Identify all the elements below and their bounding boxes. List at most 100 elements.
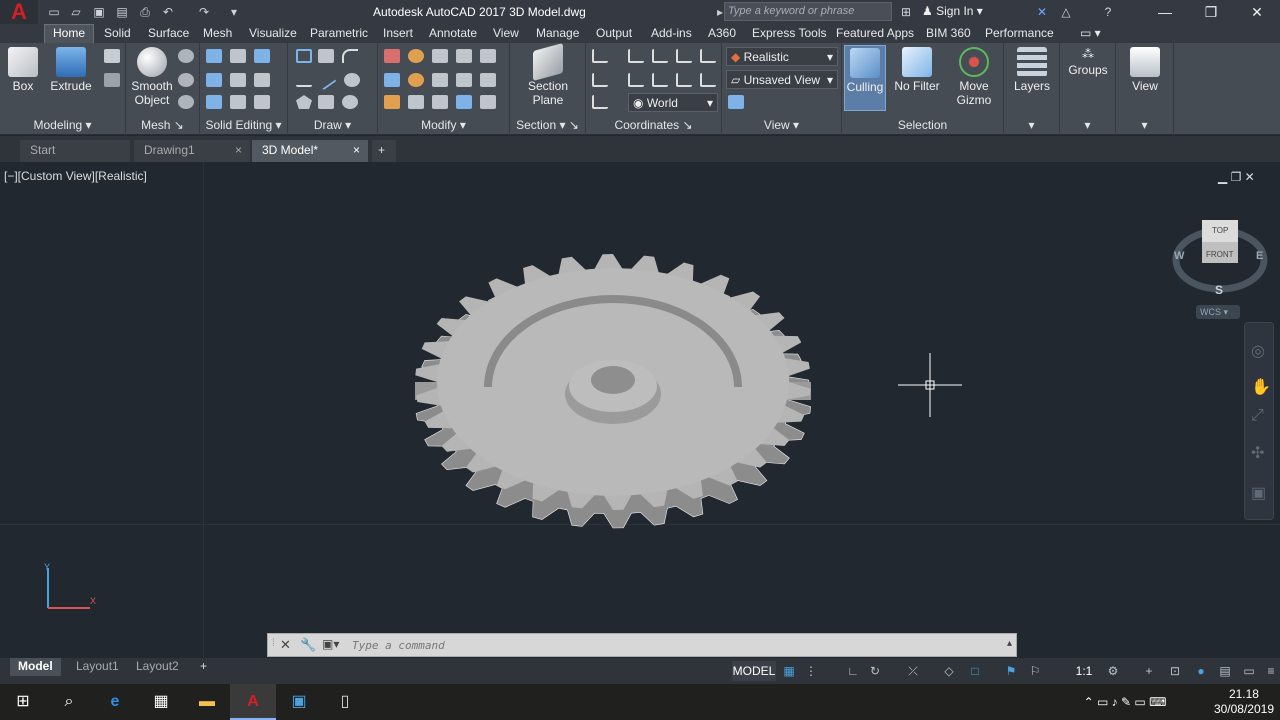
autoscale-icon[interactable]: ⚐ — [1026, 662, 1044, 680]
taskbar-clock[interactable]: 21.18 30/08/2019 — [1214, 687, 1274, 717]
viewcube-top-face[interactable]: TOP — [1212, 226, 1228, 235]
viewport-controls[interactable]: [−][Custom View][Realistic] — [4, 169, 147, 183]
ucs-icon-properties-icon[interactable] — [592, 95, 608, 109]
viewport-config-icon[interactable] — [728, 95, 744, 109]
ucs-view-icon[interactable] — [592, 73, 608, 87]
offset-icon[interactable] — [456, 73, 472, 87]
tab-layout1[interactable]: Layout1 — [68, 658, 127, 676]
section-panel-title[interactable]: Section ▾ ↘ — [510, 118, 585, 132]
erase-icon[interactable] — [384, 95, 400, 109]
polar-icon[interactable]: ↻ — [866, 662, 884, 680]
intersect-icon[interactable] — [206, 95, 222, 109]
customize-icon[interactable]: ▾ — [226, 4, 242, 20]
modeling-panel-title[interactable]: Modeling ▾ — [0, 118, 125, 132]
mesh-refine-icon[interactable] — [178, 73, 194, 87]
circle-icon[interactable] — [344, 73, 360, 87]
file-explorer-icon[interactable]: ▬ — [184, 684, 230, 720]
customization-icon[interactable]: ≡ — [1262, 662, 1280, 680]
tab-a360[interactable]: A360 — [708, 26, 736, 40]
annotation-scale[interactable]: 1:1 — [1070, 662, 1098, 680]
viewcube-front-face[interactable]: FRONT — [1206, 250, 1234, 259]
tab-visualize[interactable]: Visualize — [249, 26, 297, 40]
help-icon[interactable]: ? — [1100, 4, 1116, 20]
section-plane-button[interactable]: Section Plane — [518, 42, 578, 107]
ucs-previous-icon[interactable] — [652, 49, 668, 63]
tab-annotate[interactable]: Annotate — [429, 26, 477, 40]
tab-layout2[interactable]: Layout2 — [128, 658, 187, 676]
extract-edges-icon[interactable] — [230, 49, 246, 63]
new-tab-button[interactable]: + — [372, 140, 396, 162]
new-icon[interactable]: ▭ — [46, 4, 62, 20]
thicken-icon[interactable] — [230, 95, 246, 109]
windows-start-icon[interactable]: ⊞ — [0, 684, 46, 720]
undo-icon[interactable]: ↶ — [160, 4, 176, 20]
polyline-icon[interactable] — [296, 49, 312, 63]
grid-icon[interactable]: ▦ — [780, 662, 798, 680]
tab-output[interactable]: Output — [596, 26, 632, 40]
compass-east[interactable]: E — [1256, 250, 1263, 262]
helix-icon[interactable] — [318, 49, 334, 63]
3d-align-icon[interactable] — [408, 73, 424, 87]
tab-mesh[interactable]: Mesh — [203, 26, 232, 40]
polysolid-icon[interactable] — [104, 49, 120, 63]
rotate-icon[interactable] — [408, 49, 424, 63]
open-icon[interactable]: ▱ — [68, 4, 84, 20]
showmotion-icon[interactable]: ▣ — [1251, 483, 1266, 503]
viewport-window-controls[interactable]: ▁ ❐ ✕ — [1218, 170, 1255, 184]
spline-icon[interactable] — [296, 73, 312, 87]
zoom-extents-icon[interactable]: ⤢ — [1251, 407, 1264, 425]
fillet-icon[interactable] — [384, 73, 400, 87]
search-icon[interactable]: ⌕ — [46, 684, 92, 720]
tab-surface[interactable]: Surface — [148, 26, 189, 40]
grip-handle-icon[interactable]: ⁞ — [272, 638, 275, 649]
quick-properties-icon[interactable]: ● — [1192, 662, 1210, 680]
ribbon-options-icon[interactable]: ▭ ▾ — [1080, 26, 1101, 40]
move-icon[interactable] — [432, 49, 448, 63]
union-icon[interactable] — [206, 49, 222, 63]
command-input[interactable]: Type a command — [352, 639, 445, 652]
ucs-3point-icon[interactable] — [676, 73, 692, 87]
coordinates-panel-title[interactable]: Coordinates ↘ — [586, 118, 721, 132]
model-space-button[interactable]: MODEL — [732, 661, 776, 681]
line-icon[interactable] — [315, 69, 337, 91]
arc-icon[interactable] — [342, 49, 358, 63]
visual-style-dropdown[interactable]: ◆ Realistic ▾ — [726, 47, 838, 66]
recent-commands-icon[interactable]: ▣▾ — [322, 637, 339, 651]
clean-screen-icon[interactable]: ▭ — [1240, 662, 1258, 680]
join-icon[interactable] — [480, 95, 496, 109]
groups-expand-icon[interactable]: ▾ — [1060, 118, 1115, 132]
compass-south[interactable]: S — [1215, 283, 1223, 297]
slice-icon[interactable] — [230, 73, 246, 87]
rectangle-icon[interactable] — [318, 95, 334, 109]
mesh-crease-icon[interactable] — [178, 95, 194, 109]
add-layout-button[interactable]: + — [192, 658, 215, 676]
matchprop-icon[interactable] — [456, 95, 472, 109]
annotation-visibility-icon[interactable]: ⚑ — [1002, 662, 1020, 680]
binoculars-icon[interactable]: ⊞ — [898, 4, 914, 20]
close-tab-icon[interactable]: × — [235, 140, 242, 160]
ucs-object-icon[interactable] — [700, 49, 716, 63]
object-snap-tracking-icon[interactable]: □ — [966, 662, 984, 680]
customize-wrench-icon[interactable]: 🔧 — [300, 637, 316, 653]
ucs-icon[interactable] — [592, 49, 608, 63]
move-gizmo-button[interactable]: Move Gizmo — [950, 47, 998, 107]
solid-editing-panel-title[interactable]: Solid Editing ▾ — [200, 118, 287, 132]
tab-model[interactable]: Model — [10, 658, 61, 676]
steering-wheel-icon[interactable]: ◎ — [1251, 341, 1265, 361]
annotation-monitor-icon[interactable]: + — [1140, 662, 1158, 680]
mesh-tool-icon[interactable] — [178, 49, 194, 63]
array-icon[interactable] — [456, 49, 472, 63]
minimize-button[interactable]: — — [1142, 0, 1188, 24]
region-icon[interactable] — [342, 95, 358, 109]
system-tray-icons[interactable]: ⌃ ▭ ♪ ✎ ▭ ⌨ — [1060, 684, 1190, 720]
layers-button[interactable]: Layers — [1010, 47, 1054, 93]
copy-icon[interactable] — [432, 73, 448, 87]
store-icon[interactable]: ▦ — [138, 684, 184, 720]
tab-3d-model[interactable]: 3D Model* × — [252, 140, 368, 162]
stretch-icon[interactable] — [432, 95, 448, 109]
pan-hand-icon[interactable]: ✋ — [1251, 377, 1271, 397]
modify-panel-title[interactable]: Modify ▾ — [378, 118, 509, 132]
explode-icon[interactable] — [480, 49, 496, 63]
tab-parametric[interactable]: Parametric — [310, 26, 368, 40]
app-taskbar-icon[interactable]: ▣ — [276, 684, 322, 720]
